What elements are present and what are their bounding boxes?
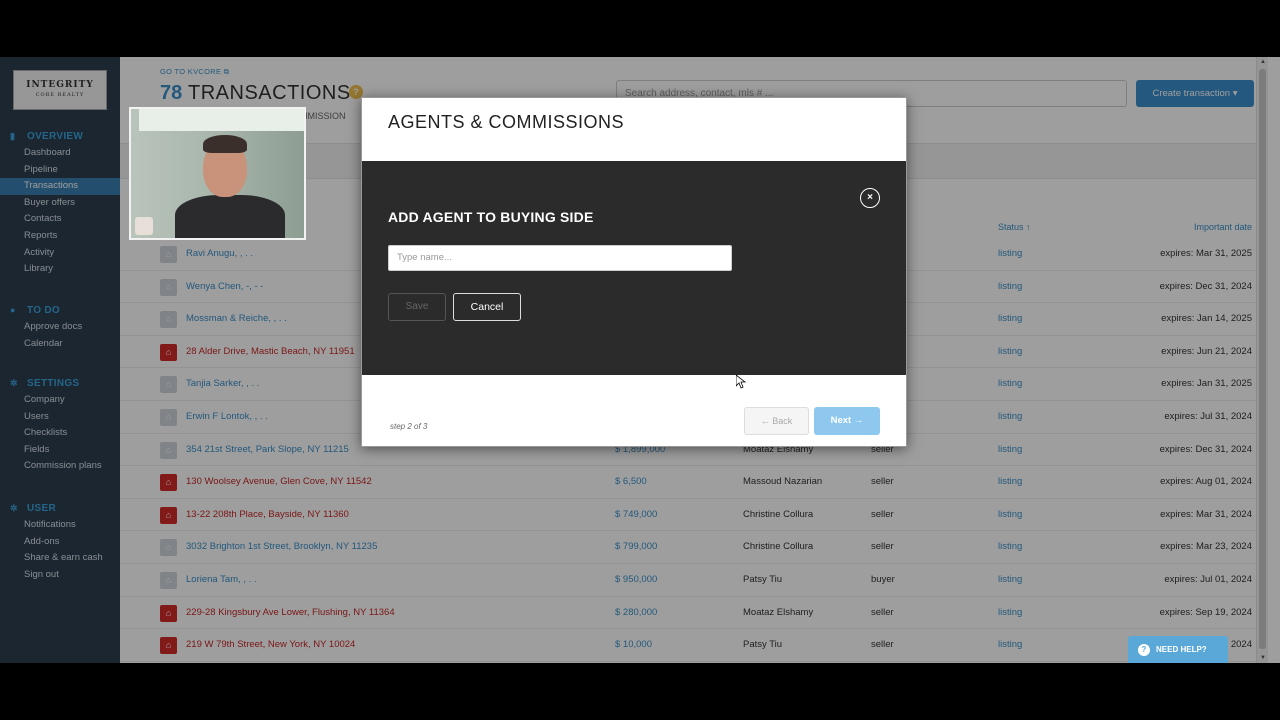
mouse-cursor-icon xyxy=(736,375,746,389)
step-indicator: step 2 of 3 xyxy=(390,422,428,431)
webcam-overlay xyxy=(129,107,306,240)
back-button[interactable]: ← Back xyxy=(744,407,809,435)
agents-commissions-modal: AGENTS & COMMISSIONS × ADD AGENT TO BUYI… xyxy=(361,97,907,447)
cancel-button[interactable]: Cancel xyxy=(453,293,521,321)
question-icon: ? xyxy=(1138,643,1150,656)
add-agent-heading: ADD AGENT TO BUYING SIDE xyxy=(388,209,594,225)
save-button[interactable]: Save xyxy=(388,293,446,321)
need-help-label: NEED HELP? xyxy=(1156,645,1207,654)
presenter-hair xyxy=(203,135,247,153)
ceiling-light xyxy=(139,109,304,131)
presenter-body xyxy=(175,195,285,238)
agent-name-input[interactable]: Type name... xyxy=(388,245,732,271)
modal-title: AGENTS & COMMISSIONS xyxy=(388,112,625,132)
desk-mug xyxy=(135,217,153,235)
close-icon[interactable]: × xyxy=(860,188,880,208)
next-button[interactable]: Next → xyxy=(814,407,880,435)
need-help-button[interactable]: ? NEED HELP? xyxy=(1128,636,1228,663)
modal-body: × ADD AGENT TO BUYING SIDE Type name... … xyxy=(362,161,906,375)
